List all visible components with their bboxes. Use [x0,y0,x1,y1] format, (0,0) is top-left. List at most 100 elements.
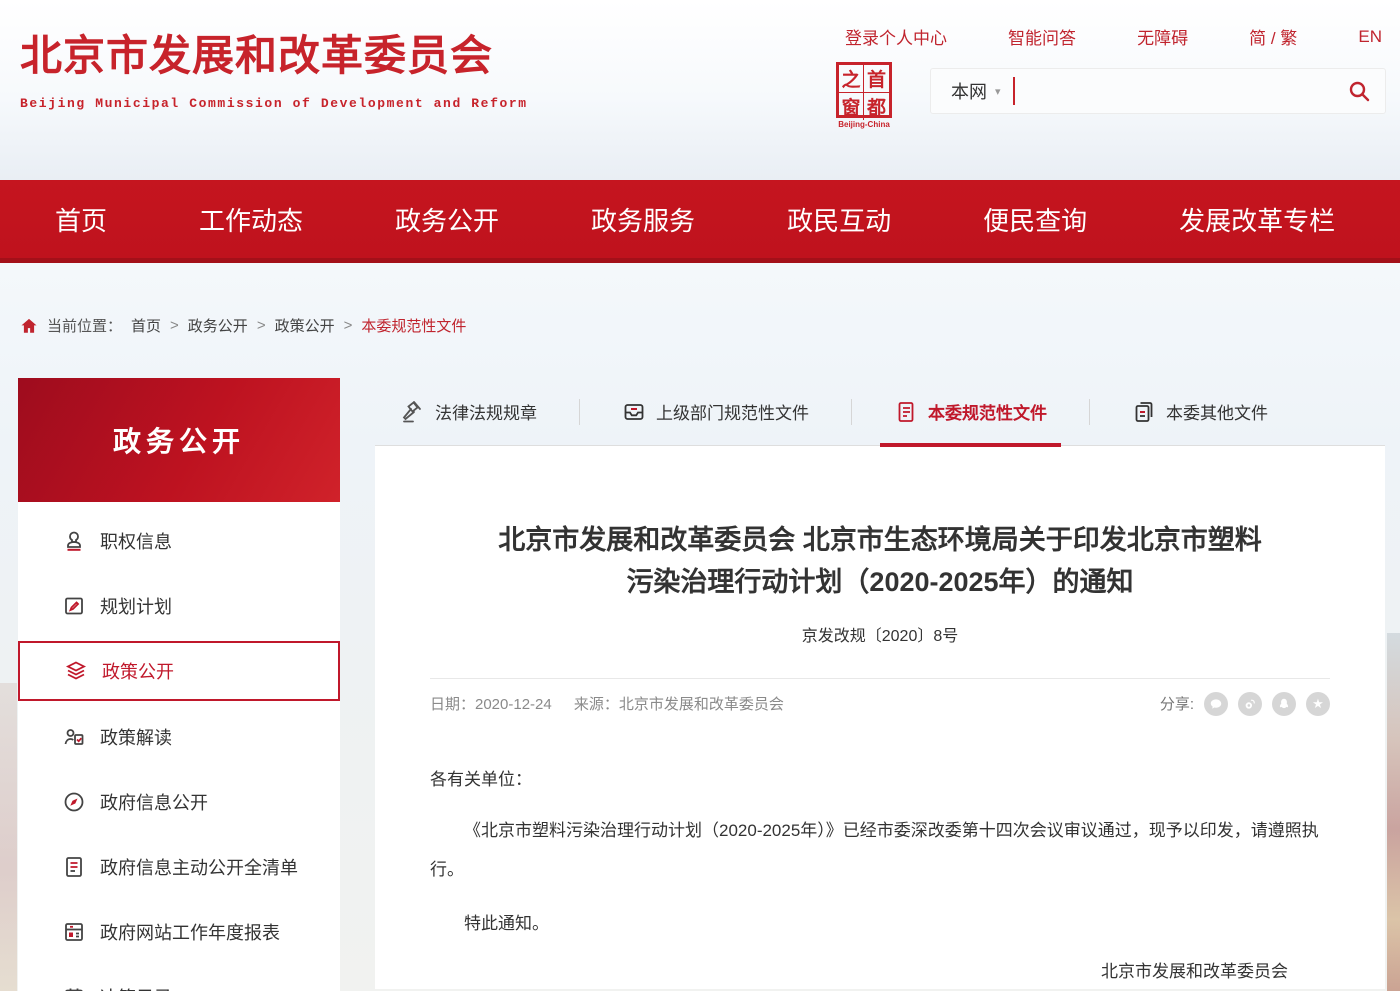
search-divider [1013,77,1015,105]
stamp-icon [62,529,86,553]
person-check-icon [62,725,86,749]
sidebar-item-plans[interactable]: 规划计划 [18,573,340,638]
tab-laws-regulations[interactable]: 法律法规规章 [385,378,553,445]
nav-item-gov-openness[interactable]: 政务公开 [395,201,499,238]
sidebar-item-decision-catalog[interactable]: 决策目录 [18,964,340,991]
seal-char: 首 [864,65,889,93]
plan-edit-icon [62,594,86,618]
sidebar-item-label: 政策公开 [102,658,174,684]
article-meta: 日期：2020-12-24 来源：北京市发展和改革委员会 [430,693,802,714]
sidebar-item-gov-info-openness[interactable]: 政府信息公开 [18,769,340,834]
sidebar-item-label: 政府信息公开 [100,789,208,815]
sidebar-item-website-annual-report[interactable]: 政府网站工作年度报表 [18,899,340,964]
search-input[interactable] [1027,69,1333,113]
article-signature: 北京市发展和改革委员会 [430,955,1330,989]
nav-item-gov-services[interactable]: 政务服务 [591,201,695,238]
breadcrumb: 当前位置： 首页 > 政务公开 > 政策公开 > 本委规范性文件 [0,263,1400,336]
article-title-line: 污染治理行动计划（2020-2025年）的通知 [430,562,1330,604]
simplified-traditional-link[interactable]: 简 / 繁 [1249,24,1297,49]
share-weibo-icon[interactable] [1238,692,1262,716]
document-number: 京发改规〔2020〕8号 [430,622,1330,646]
english-link[interactable]: EN [1358,27,1382,47]
page-body: 当前位置： 首页 > 政务公开 > 政策公开 > 本委规范性文件 政务公开 职权… [0,263,1400,991]
article-paragraph: 《北京市塑料污染治理行动计划（2020-2025年）》已经市委深改委第十四次会议… [430,811,1330,889]
document-icon [894,400,918,424]
seal-caption: Beijing-China [832,120,896,129]
tab-label: 本委其他文件 [1166,399,1268,424]
seal-characters: 之 首 窗 都 [836,62,892,118]
breadcrumb-current: 本委规范性文件 [361,315,466,336]
sidebar-title: 政务公开 [18,378,340,502]
tab-separator [1089,399,1090,425]
nav-item-reform-column[interactable]: 发展改革专栏 [1179,201,1335,238]
sidebar-item-policy-openness[interactable]: 政策公开 [18,641,340,701]
site-title: 北京市发展和改革委员会 [20,22,528,83]
documents-copy-icon [1132,400,1156,424]
document-list-icon [62,855,86,879]
share-qq-icon[interactable] [1272,692,1296,716]
search-button[interactable] [1333,69,1385,113]
article-date: 日期：2020-12-24 [430,696,552,713]
accessibility-link[interactable]: 无障碍 [1137,24,1188,49]
tab-commission-normative-documents[interactable]: 本委规范性文件 [878,378,1063,445]
sidebar-item-label: 决策目录 [100,984,172,992]
sidebar-item-proactive-disclosure-list[interactable]: 政府信息主动公开全清单 [18,834,340,899]
search-icon [1347,79,1371,103]
breadcrumb-home[interactable]: 首页 [131,315,161,336]
nav-item-work-updates[interactable]: 工作动态 [199,201,303,238]
document-type-tabs: 法律法规规章 上级部门规范性文件 [375,378,1385,446]
breadcrumb-policy-openness[interactable]: 政策公开 [275,315,335,336]
background-art-right [1387,633,1400,991]
article: 北京市发展和改革委员会 北京市生态环境局关于印发北京市塑料 污染治理行动计划（2… [375,446,1385,989]
main-navigation: 首页 工作动态 政务公开 政务服务 政民互动 便民查询 发展改革专栏 [0,180,1400,263]
site-logo: 北京市发展和改革委员会 Beijing Municipal Commission… [20,22,528,111]
sidebar-item-authority-info[interactable]: 职权信息 [18,508,340,573]
smart-qa-link[interactable]: 智能问答 [1008,24,1076,49]
tab-superior-normative-documents[interactable]: 上级部门规范性文件 [606,378,825,445]
content-layout: 政务公开 职权信息 规划计划 [0,378,1400,991]
breadcrumb-separator: > [170,317,179,334]
tab-label: 法律法规规章 [435,399,537,424]
top-utility-links: 登录个人中心 智能问答 无障碍 简 / 繁 EN [845,24,1382,49]
report-table-icon [62,920,86,944]
nav-item-public-interaction[interactable]: 政民互动 [787,201,891,238]
article-meta-row: 日期：2020-12-24 来源：北京市发展和改革委员会 分享: [430,678,1330,728]
article-body: 各有关单位： 《北京市塑料污染治理行动计划（2020-2025年）》已经市委深改… [430,762,1330,989]
breadcrumb-separator: > [257,317,266,334]
share-label: 分享: [1160,693,1194,714]
article-paragraph: 特此通知。 [430,904,1330,943]
nav-item-convenient-query[interactable]: 便民查询 [983,201,1087,238]
sidebar-item-label: 政府网站工作年度报表 [100,919,280,945]
home-icon [20,317,38,335]
nav-item-home[interactable]: 首页 [55,201,107,238]
share-favorite-icon[interactable]: ★ [1306,692,1330,716]
sidebar-item-policy-interpretation[interactable]: 政策解读 [18,704,340,769]
chevron-down-icon: ▾ [995,85,1001,98]
site-subtitle: Beijing Municipal Commission of Developm… [20,96,528,111]
share-wechat-icon[interactable] [1204,692,1228,716]
breadcrumb-gov-openness[interactable]: 政务公开 [188,315,248,336]
sidebar-list: 职权信息 规划计划 政策公开 [18,502,340,991]
share-bar: 分享: [1160,692,1330,716]
sidebar-item-label: 规划计划 [100,593,172,619]
sidebar-item-label: 政府信息主动公开全清单 [100,854,298,880]
article-salutation: 各有关单位： [430,762,1330,798]
beijing-china-seal-logo: 之 首 窗 都 Beijing-China [832,62,896,129]
seal-char: 之 [839,65,864,93]
breadcrumb-separator: > [344,317,353,334]
seal-char: 窗 [839,93,864,120]
breadcrumb-label: 当前位置： [47,315,122,336]
sidebar-item-label: 政策解读 [100,724,172,750]
sidebar: 政务公开 职权信息 规划计划 [18,378,340,991]
search-scope-dropdown[interactable]: 本网 ▾ [931,78,1013,104]
tab-separator [579,399,580,425]
compass-icon [62,790,86,814]
tab-separator [851,399,852,425]
article-title-line: 北京市发展和改革委员会 北京市生态环境局关于印发北京市塑料 [430,520,1330,562]
login-personal-center-link[interactable]: 登录个人中心 [845,24,947,49]
tab-commission-other-documents[interactable]: 本委其他文件 [1116,378,1284,445]
tab-label: 本委规范性文件 [928,399,1047,424]
main-content: 法律法规规章 上级部门规范性文件 [375,378,1385,989]
gavel-icon [401,400,425,424]
seal-char: 都 [864,93,889,120]
